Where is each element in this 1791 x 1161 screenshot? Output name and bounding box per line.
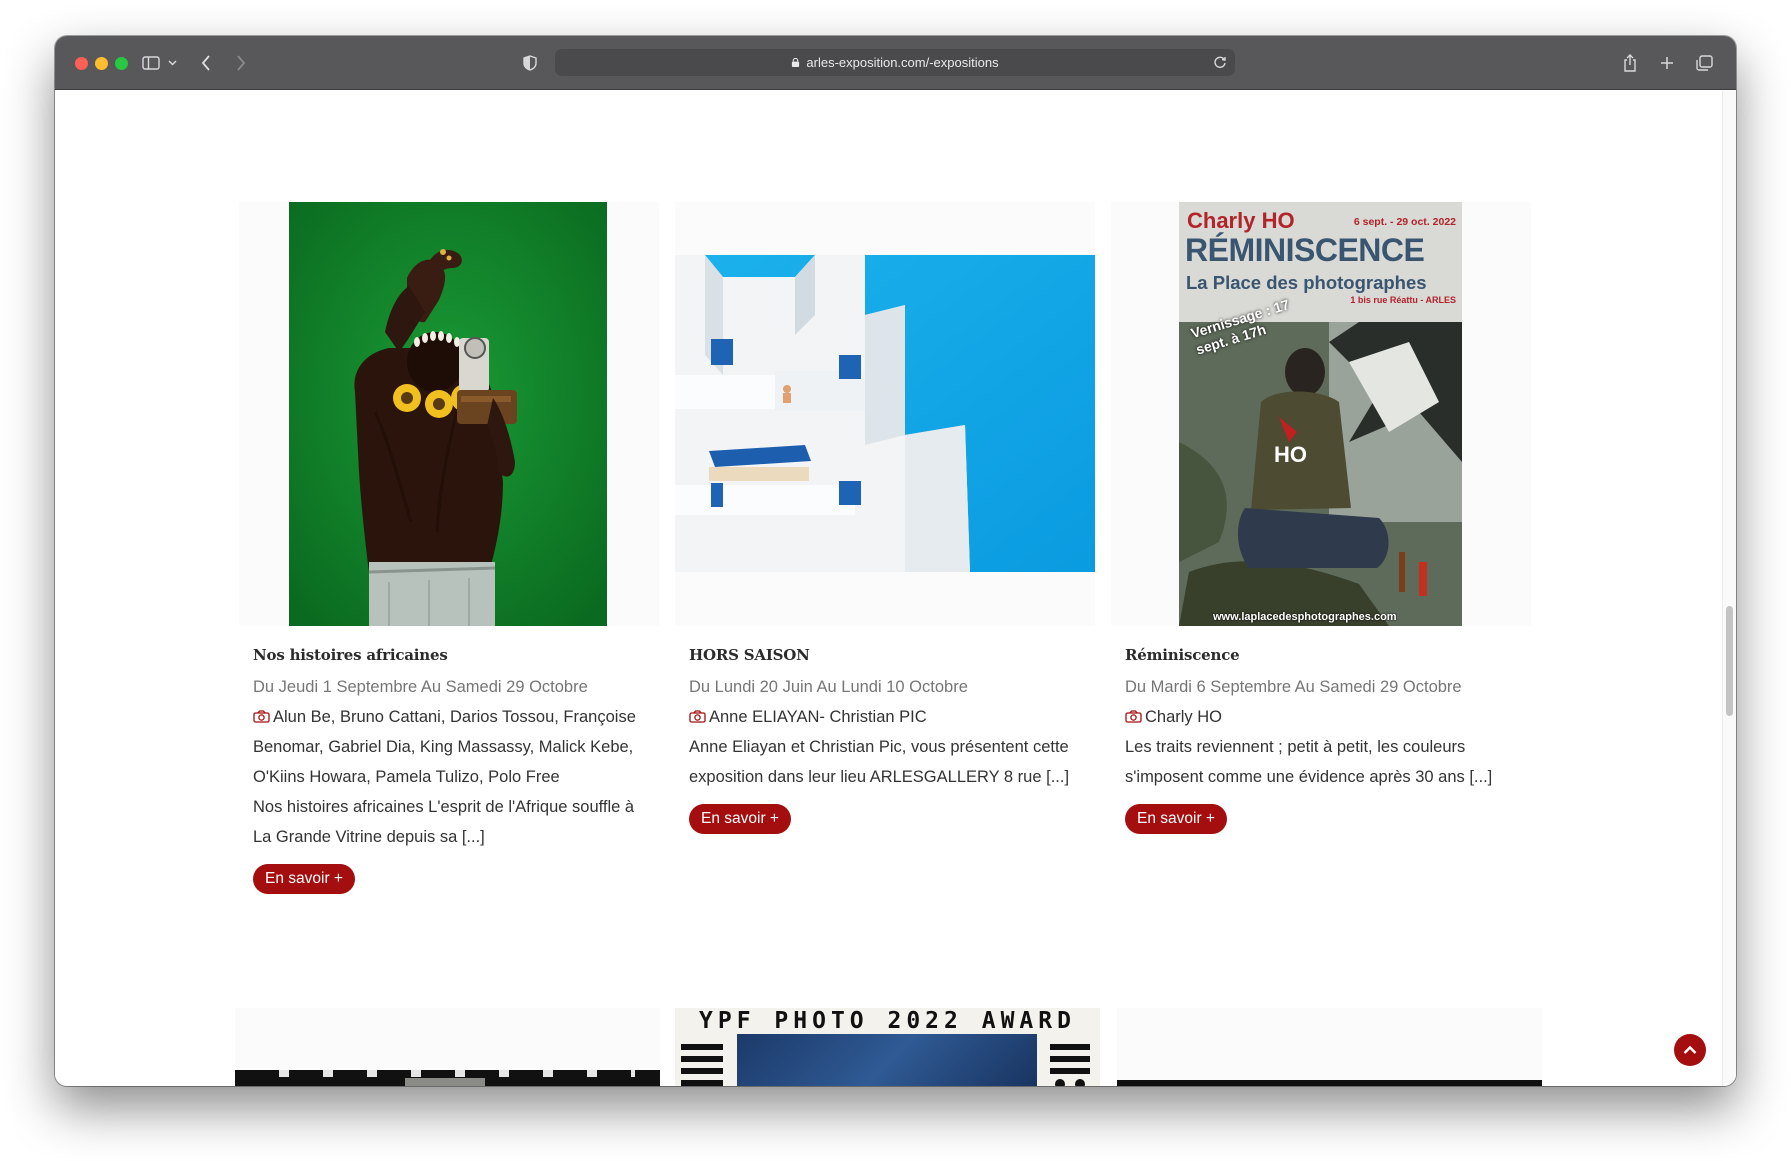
poster-venue: La Place des photographes	[1186, 272, 1427, 293]
learn-more-button[interactable]: En savoir +	[1125, 804, 1227, 834]
exhibition-image-box[interactable]	[675, 202, 1095, 626]
exhibition-card-body: Nos histoires africaines Du Jeudi 1 Sept…	[253, 638, 653, 894]
reload-icon[interactable]	[1213, 55, 1227, 69]
exhibition-artists: Anne ELIAYAN- Christian PIC	[689, 702, 1089, 732]
exhibition-title[interactable]: Nos histoires africaines	[253, 638, 653, 672]
poster-photo-image: HO	[1179, 322, 1462, 626]
exhibition-description: Anne Eliayan et Christian Pic, vous prés…	[689, 738, 1070, 786]
scrollbar-thumb[interactable]	[1726, 606, 1733, 716]
new-tab-icon[interactable]	[1656, 50, 1678, 76]
exhibition-title[interactable]: HORS SAISON	[689, 638, 1089, 672]
chevron-up-icon	[1683, 1045, 1697, 1054]
browser-window: arles-exposition.com/-expositions Nos hi…	[55, 36, 1736, 1086]
africa-photo-image[interactable]	[289, 202, 607, 626]
poster-address: 1 bis rue Réattu - ARLES	[1350, 295, 1456, 305]
address-bar[interactable]: arles-exposition.com/-expositions	[555, 49, 1235, 76]
page-content: Nos histoires africaines Du Jeudi 1 Sept…	[55, 91, 1736, 1086]
artists-text: Charly HO	[1145, 708, 1223, 726]
url-text: arles-exposition.com/-expositions	[806, 55, 999, 70]
poster-title: RÉMINISCENCE	[1185, 232, 1425, 268]
privacy-shield-icon[interactable]	[520, 50, 540, 76]
lock-icon	[792, 58, 800, 67]
exhibition-image-box[interactable]	[235, 1008, 660, 1086]
camera-icon	[689, 710, 706, 723]
minimize-window-button[interactable]	[95, 57, 108, 70]
ypf-poster-image	[737, 1034, 1037, 1086]
exhibition-image-box[interactable]: HO Charly HO 6 sept. - 29 oct. 2022 RÉMI…	[1111, 202, 1531, 626]
exhibition-artists: Charly HO	[1125, 702, 1525, 732]
learn-more-button[interactable]: En savoir +	[689, 804, 791, 834]
artists-text: Alun Be, Bruno Cattani, Darios Tossou, F…	[253, 708, 636, 786]
ypf-side-left	[677, 1038, 729, 1086]
forward-arrow-icon[interactable]	[230, 50, 252, 76]
exhibition-title[interactable]: Réminiscence	[1125, 638, 1525, 672]
poster-dates: 6 sept. - 29 oct. 2022	[1353, 216, 1456, 228]
poster-site: www.laplacedesphotographes.com	[1213, 611, 1397, 623]
camera-icon	[1125, 710, 1142, 723]
exhibition-card-body: Réminiscence Du Mardi 6 Septembre Au Sam…	[1125, 638, 1525, 834]
poster-artist: Charly HO	[1187, 208, 1295, 233]
exhibition-description: Les traits reviennent ; petit à petit, l…	[1125, 738, 1493, 786]
close-window-button[interactable]	[75, 57, 88, 70]
back-arrow-icon[interactable]	[195, 50, 217, 76]
scrollbar[interactable]	[1722, 91, 1736, 1086]
exhibition-image-box[interactable]	[239, 202, 659, 626]
back-to-top-button[interactable]	[1674, 1034, 1706, 1066]
film-strip-image	[235, 1070, 660, 1086]
zoom-window-button[interactable]	[115, 57, 128, 70]
ypf-poster-title: YPF PHOTO 2022 AWARD	[699, 1008, 1076, 1034]
exhibition-image-box[interactable]	[1117, 1008, 1542, 1086]
poster-image[interactable]: HO Charly HO 6 sept. - 29 oct. 2022 RÉMI…	[1179, 202, 1462, 626]
camera-icon	[253, 710, 270, 723]
exhibition-description: Nos histoires africaines L'esprit de l'A…	[253, 798, 635, 846]
exhibition-artists: Alun Be, Bruno Cattani, Darios Tossou, F…	[253, 702, 653, 792]
exhibition-image-box[interactable]: YPF PHOTO 2022 AWARD	[675, 1008, 1100, 1086]
exhibition-card-body: HORS SAISON Du Lundi 20 Juin Au Lundi 10…	[689, 638, 1089, 834]
exhibition-dates: Du Lundi 20 Juin Au Lundi 10 Octobre	[689, 678, 968, 696]
learn-more-button[interactable]: En savoir +	[253, 864, 355, 894]
svg-text:HO: HO	[1274, 442, 1307, 467]
dark-photo-image	[1117, 1080, 1542, 1086]
share-icon[interactable]	[1619, 50, 1641, 76]
chevron-down-icon[interactable]	[165, 50, 179, 76]
exhibition-dates: Du Jeudi 1 Septembre Au Samedi 29 Octobr…	[253, 678, 588, 696]
browser-toolbar: arles-exposition.com/-expositions	[55, 36, 1736, 90]
artists-text: Anne ELIAYAN- Christian PIC	[709, 708, 927, 726]
building-photo-image[interactable]	[675, 255, 1095, 572]
tab-overview-icon[interactable]	[1693, 50, 1715, 76]
exhibition-dates: Du Mardi 6 Septembre Au Samedi 29 Octobr…	[1125, 678, 1462, 696]
ypf-side-right	[1044, 1038, 1096, 1086]
sidebar-toggle-icon[interactable]	[139, 50, 163, 76]
